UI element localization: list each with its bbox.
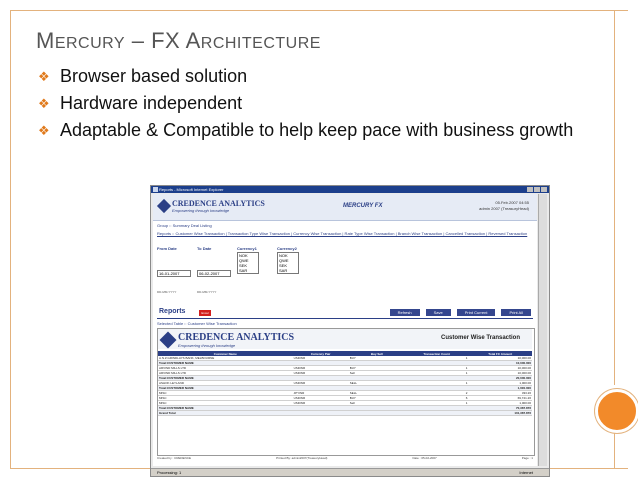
app-header: CREDENCE ANALYTICS Empowering through kn… bbox=[153, 194, 537, 221]
table-cell: 101,387.876 bbox=[468, 410, 532, 416]
bullet-diamond-icon: ❖ bbox=[38, 96, 50, 111]
bullet-item: ❖ Hardware independent bbox=[38, 91, 608, 116]
slide-border-right bbox=[614, 10, 615, 385]
bullet-list: ❖ Browser based solution ❖ Hardware inde… bbox=[38, 64, 608, 145]
report-header: CREDENCE ANALYTICS Empowering through kn… bbox=[158, 329, 532, 349]
user-info: 05.Feb.2007 04:55 admin 2007 (TreasuryHe… bbox=[479, 200, 529, 211]
excel-button[interactable]: Excel bbox=[199, 310, 211, 316]
bullet-item: ❖ Browser based solution bbox=[38, 64, 608, 89]
table-cell bbox=[348, 410, 405, 416]
to-date-hint: DD-MM-YYYY bbox=[197, 290, 217, 294]
filter-panel: From Date To Date Currency1 Currency2 16… bbox=[157, 246, 337, 302]
embedded-screenshot: Reports - Microsoft Internet Explorer CR… bbox=[150, 185, 550, 477]
ie-icon bbox=[153, 187, 158, 192]
bullet-diamond-icon: ❖ bbox=[38, 69, 50, 84]
minimize-icon[interactable] bbox=[527, 187, 533, 192]
report-buttons: Refresh Save Print Current Print All bbox=[389, 309, 531, 316]
report-viewer: CREDENCE ANALYTICS Empowering through kn… bbox=[157, 328, 535, 456]
reports-heading: Reports bbox=[159, 308, 186, 315]
to-date-label: To Date bbox=[197, 246, 212, 251]
slide-border-right-lower bbox=[614, 432, 615, 469]
report-tabs[interactable]: Reports :: Customer Wise Transaction | T… bbox=[157, 231, 533, 237]
report-table: Customer Name Currency Pair Buy Sell Tra… bbox=[158, 351, 532, 416]
bullet-diamond-icon: ❖ bbox=[38, 123, 50, 138]
save-button[interactable]: Save bbox=[425, 309, 451, 316]
browser-titlebar: Reports - Microsoft Internet Explorer bbox=[151, 186, 549, 193]
selected-table-link[interactable]: Selected Table :: Customer Wise Transact… bbox=[157, 321, 237, 326]
from-date-hint: DD-MM-YYYY bbox=[157, 290, 177, 294]
currency1-label: Currency1 bbox=[237, 246, 257, 251]
slide-title: MERCURY – FX ARCHITECTURE bbox=[36, 28, 321, 53]
to-date-input[interactable]: 06-02-2007 bbox=[197, 270, 231, 277]
print-all-button[interactable]: Print All bbox=[501, 309, 531, 316]
close-icon[interactable] bbox=[541, 187, 547, 192]
slide-border-left bbox=[10, 10, 11, 469]
decorative-circle bbox=[595, 389, 638, 433]
currency2-label: Currency2 bbox=[277, 246, 297, 251]
slide-border-top bbox=[10, 10, 628, 11]
browser-statusbar: Processing: 1 Internet bbox=[151, 468, 549, 476]
table-cell bbox=[404, 410, 469, 416]
table-cell: Grand Total bbox=[158, 410, 293, 416]
refresh-button[interactable]: Refresh bbox=[389, 309, 420, 316]
vertical-scrollbar[interactable] bbox=[538, 194, 547, 466]
currency1-listbox[interactable]: NOK QWE SEK SAR bbox=[237, 252, 259, 274]
bullet-item: ❖ Adaptable & Compatible to help keep pa… bbox=[38, 118, 608, 143]
maximize-icon[interactable] bbox=[534, 187, 540, 192]
table-row: Grand Total 101,387.876 bbox=[158, 410, 532, 416]
reports-toolbar: Reports Excel Refresh Save Print Current… bbox=[157, 308, 533, 319]
from-date-label: From Date bbox=[157, 246, 177, 251]
logo-mark-icon bbox=[156, 198, 172, 214]
from-date-input[interactable]: 16-01-2007 bbox=[157, 270, 191, 277]
mercury-logo: MERCURY FX bbox=[343, 203, 383, 209]
logo-mark-icon bbox=[159, 331, 177, 349]
currency2-listbox[interactable]: NOK QWE SEK SAR bbox=[277, 252, 299, 274]
window-controls bbox=[527, 187, 547, 192]
print-current-button[interactable]: Print Current bbox=[456, 309, 496, 316]
page-body: CREDENCE ANALYTICS Empowering through kn… bbox=[153, 194, 537, 466]
report-footer: Created by : CREDENCE Printed By: admin2… bbox=[157, 456, 533, 460]
group-nav[interactable]: Group :: Summary Deal Listing bbox=[157, 223, 212, 228]
report-logo: CREDENCE ANALYTICS Empowering through kn… bbox=[159, 331, 294, 349]
report-title: Customer Wise Transaction bbox=[441, 335, 520, 341]
credence-logo: CREDENCE ANALYTICS Empowering through kn… bbox=[156, 198, 265, 214]
table-cell bbox=[292, 410, 349, 416]
